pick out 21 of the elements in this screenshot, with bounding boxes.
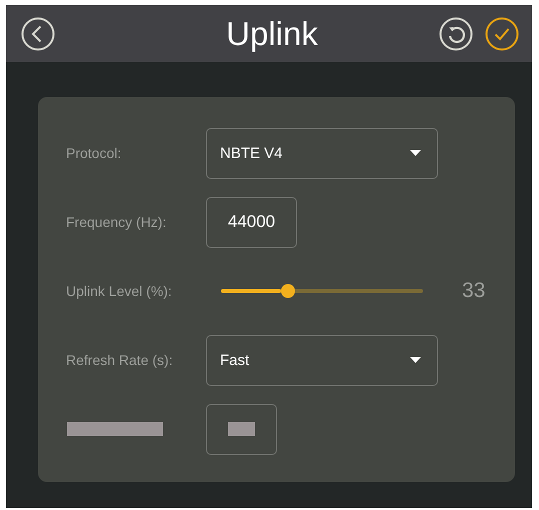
placeholder-bar (228, 422, 255, 436)
reset-button[interactable] (438, 16, 474, 52)
slider[interactable] (221, 284, 423, 298)
field-label: Frequency (Hz): (66, 214, 168, 230)
dropdown[interactable]: Fast (206, 334, 438, 386)
caret-icon (410, 357, 421, 363)
confirm-button[interactable] (484, 16, 520, 52)
back-icon (21, 16, 55, 50)
slider-fill (221, 289, 281, 293)
reset-icon (439, 16, 473, 50)
slider-value: 33 (462, 279, 486, 303)
page-title: Uplink (225, 14, 319, 52)
back-button[interactable] (20, 16, 56, 52)
field-label: Refresh Rate (s): (66, 352, 174, 368)
dropdown[interactable]: NBTE V4 (206, 128, 438, 178)
field-label: Protocol: (66, 145, 122, 161)
field-label: Uplink Level (%): (66, 283, 173, 299)
caret-icon (410, 150, 421, 156)
input-field[interactable]: 44000 (206, 196, 297, 248)
slider-thumb[interactable] (280, 284, 295, 298)
check-icon (485, 16, 519, 50)
